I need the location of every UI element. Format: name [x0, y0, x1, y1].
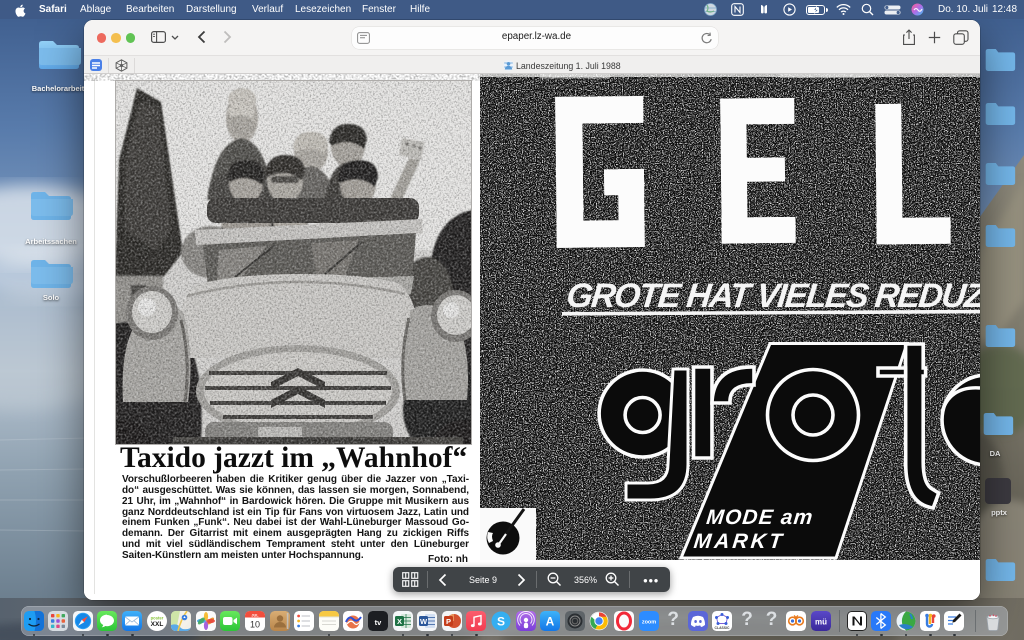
svg-text:GROTE HAT VIELES REDUZIER: GROTE HAT VIELES REDUZIER: [565, 277, 980, 315]
svg-text:X: X: [397, 617, 402, 626]
svg-text:tv: tv: [375, 618, 382, 627]
svg-text:mü: mü: [815, 618, 827, 627]
svg-text:S: S: [497, 615, 505, 629]
svg-text:P: P: [446, 617, 451, 626]
svg-text:MARKT: MARKT: [693, 530, 786, 553]
svg-text:CLASSIC: CLASSIC: [715, 626, 730, 630]
svg-text:10: 10: [250, 620, 260, 630]
svg-text:XXL: XXL: [150, 621, 163, 628]
svg-text:A: A: [546, 615, 555, 629]
svg-text:JUL: JUL: [251, 613, 259, 617]
svg-text:MODE am: MODE am: [705, 506, 813, 529]
svg-text:zoom: zoom: [641, 620, 655, 626]
svg-text:W: W: [420, 617, 428, 626]
svg-text:poster: poster: [150, 616, 163, 621]
